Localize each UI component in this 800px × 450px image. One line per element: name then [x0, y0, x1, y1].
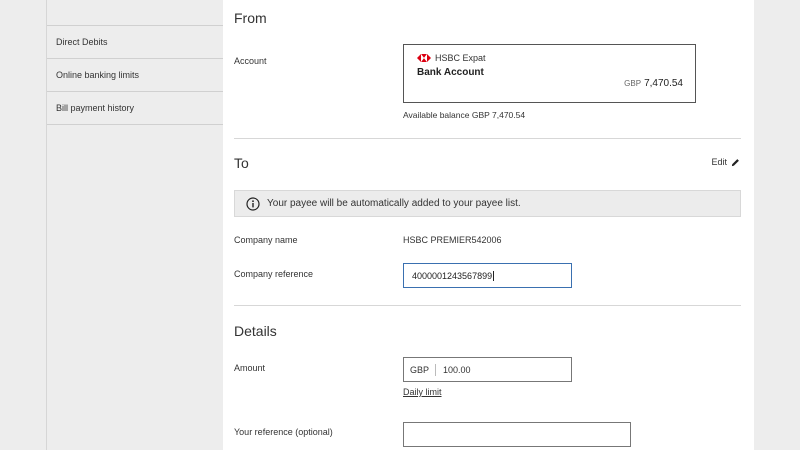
amount-label: Amount	[234, 363, 266, 373]
company-reference-label: Company reference	[234, 269, 314, 279]
divider	[234, 305, 741, 306]
to-section-title: To	[234, 155, 249, 171]
text-cursor	[493, 270, 495, 281]
pencil-icon	[731, 158, 739, 166]
edit-payee-button[interactable]: Edit	[711, 157, 740, 167]
company-name-label: Company name	[234, 235, 298, 245]
your-reference-input[interactable]	[403, 422, 631, 447]
sidebar-item-label: Direct Debits	[56, 37, 108, 47]
sidebar: Direct Debits Online banking limits Bill…	[46, 0, 224, 450]
info-text: Your payee will be automatically added t…	[267, 198, 521, 209]
your-reference-label: Your reference (optional)	[234, 427, 333, 437]
sidebar-item-bill-payment-history[interactable]: Bill payment history	[47, 92, 223, 125]
account-selector[interactable]: HSBC Expat Bank Account GBP 7,470.54	[403, 44, 696, 103]
company-reference-value: 4000001243567899	[412, 270, 493, 281]
daily-limit-link[interactable]: Daily limit	[403, 387, 442, 397]
edit-label: Edit	[711, 157, 727, 167]
company-reference-input[interactable]: 4000001243567899	[403, 263, 572, 288]
details-section-title: Details	[234, 323, 277, 339]
amount-currency: GBP	[404, 363, 437, 376]
payee-info-banner: Your payee will be automatically added t…	[234, 190, 741, 217]
company-name-value: HSBC PREMIER542006	[403, 235, 502, 245]
amount-input[interactable]: GBP 100.00	[403, 357, 572, 382]
sidebar-item-online-banking-limits[interactable]: Online banking limits	[47, 59, 223, 92]
hsbc-logo-icon	[417, 54, 431, 62]
sidebar-item-prev[interactable]	[47, 0, 223, 26]
account-label: Account	[234, 56, 267, 66]
sidebar-item-direct-debits[interactable]: Direct Debits	[47, 26, 223, 59]
divider	[234, 138, 741, 139]
amount-value: 100.00	[443, 364, 471, 375]
payment-form: From Account HSBC Expat Bank Account GBP…	[223, 0, 754, 450]
info-icon	[246, 196, 260, 211]
available-balance: Available balance GBP 7,470.54	[403, 110, 526, 120]
account-name: Bank Account	[417, 67, 484, 78]
account-brand: HSBC Expat	[435, 53, 486, 63]
sidebar-item-label: Bill payment history	[56, 103, 135, 113]
account-balance-amount: 7,470.54	[644, 78, 683, 89]
account-balance: GBP 7,470.54	[624, 78, 683, 89]
from-section-title: From	[234, 10, 267, 26]
sidebar-item-label: Online banking limits	[56, 70, 140, 80]
account-balance-currency: GBP	[624, 79, 642, 88]
